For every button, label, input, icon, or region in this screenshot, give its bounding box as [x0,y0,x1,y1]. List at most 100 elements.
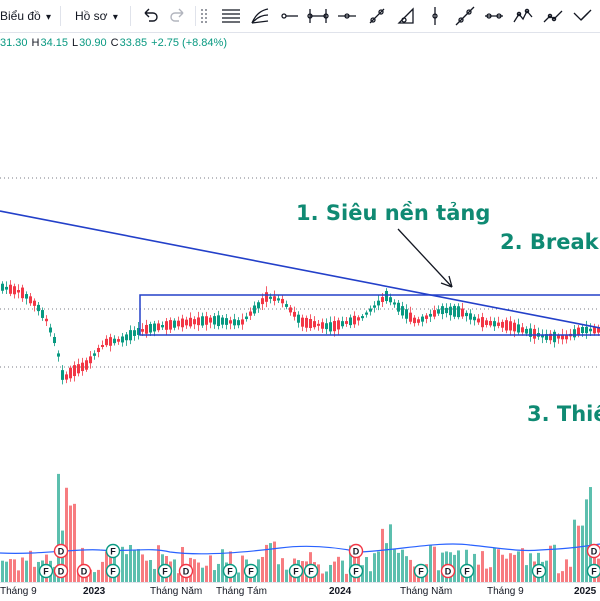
candle [69,368,72,379]
candle [229,320,232,323]
volume-bar [557,573,560,582]
candle [517,324,520,332]
candle [589,329,592,332]
time-axis[interactable]: Tháng 9 2023 Tháng Năm Tháng Tám 2024 Th… [0,582,600,601]
earnings-event-icon[interactable]: F [159,565,172,578]
volume-bar [569,567,572,582]
earnings-event-icon[interactable]: F [533,565,546,578]
candle [441,306,444,314]
earnings-event-icon[interactable]: F [107,565,120,578]
candle [181,319,184,328]
event-letter: F [227,567,233,577]
candle [429,314,432,317]
candle [25,294,28,299]
candle [161,325,164,327]
candle [473,317,476,320]
candle [281,299,284,303]
candle [89,356,92,363]
volume-bar [285,570,288,582]
candles [1,280,600,384]
volume-bar [325,571,328,582]
candle [453,306,456,317]
candle [341,321,344,326]
candle [37,305,40,311]
earnings-event-icon[interactable]: F [107,545,120,558]
candle [21,288,24,299]
time-axis-label: Tháng Năm [400,586,452,597]
annotation-super-base[interactable]: 1. Siêu nền tảng [296,201,490,225]
earnings-event-icon[interactable]: F [588,565,600,578]
dividend-event-icon[interactable]: D [55,565,68,578]
earnings-event-icon[interactable]: F [305,565,318,578]
annotation-arrow[interactable] [398,229,452,287]
candle [301,318,304,327]
candle [17,290,20,292]
candle [425,315,428,318]
candle [125,334,128,340]
dividend-event-icon[interactable]: D [78,565,91,578]
volume-bar [509,553,512,582]
time-axis-label: 2023 [83,586,105,597]
earnings-event-icon[interactable]: F [415,565,428,578]
event-letter: F [591,567,597,577]
event-letter: F [248,567,254,577]
candle [489,321,492,325]
volume-bar [29,551,32,582]
price-chart[interactable]: DFDDFFFDFFFFDFFDFFDF [0,0,600,582]
annotation-third[interactable]: 3. Thiết [527,402,600,426]
dividend-event-icon[interactable]: D [588,545,600,558]
candle [153,324,156,332]
candle [149,324,152,332]
candle [205,316,208,325]
volume-bar [281,558,284,582]
volume-bar [481,551,484,582]
candle [381,297,384,302]
candle [197,317,200,325]
time-axis-label: 2025 [574,586,596,597]
event-letter: D [58,567,65,577]
event-letter: F [162,567,168,577]
candle [277,298,280,300]
candle [285,304,288,307]
candle [345,321,348,324]
candle [469,313,472,319]
volume-bar [477,565,480,582]
volume-bar [409,560,412,582]
earnings-event-icon[interactable]: F [245,565,258,578]
candle [385,291,388,301]
volume-bar [505,559,508,582]
candle [461,309,464,317]
descending-trendline[interactable] [0,211,600,328]
volume-bar [365,557,368,582]
dividend-event-icon[interactable]: D [350,545,363,558]
volume-bar [273,542,276,582]
event-letter: F [293,567,299,577]
volume-bar [385,543,388,582]
annotation-breakout[interactable]: 2. Break tr [500,230,600,254]
volume-bar [193,559,196,582]
volume-bar [221,549,224,582]
dividend-event-icon[interactable]: D [442,565,455,578]
candle [577,328,580,336]
earnings-event-icon[interactable]: F [224,565,237,578]
dividend-event-icon[interactable]: D [180,565,193,578]
earnings-event-icon[interactable]: F [461,565,474,578]
candle [233,319,236,325]
volume-bar [125,554,128,582]
volume-bar [321,573,324,582]
candle [185,320,188,326]
volume-bar [9,559,12,582]
candle [121,336,124,342]
volume-bar [21,557,24,582]
volume-bar [33,567,36,582]
candle [317,324,320,326]
earnings-event-icon[interactable]: F [40,565,53,578]
volume-bar [497,549,500,582]
earnings-event-icon[interactable]: F [290,565,303,578]
dividend-event-icon[interactable]: D [55,545,68,558]
candle [273,296,276,301]
volume-bar [1,561,4,582]
candle [573,329,576,337]
time-axis-label: Tháng Năm [150,586,202,597]
earnings-event-icon[interactable]: F [350,565,363,578]
